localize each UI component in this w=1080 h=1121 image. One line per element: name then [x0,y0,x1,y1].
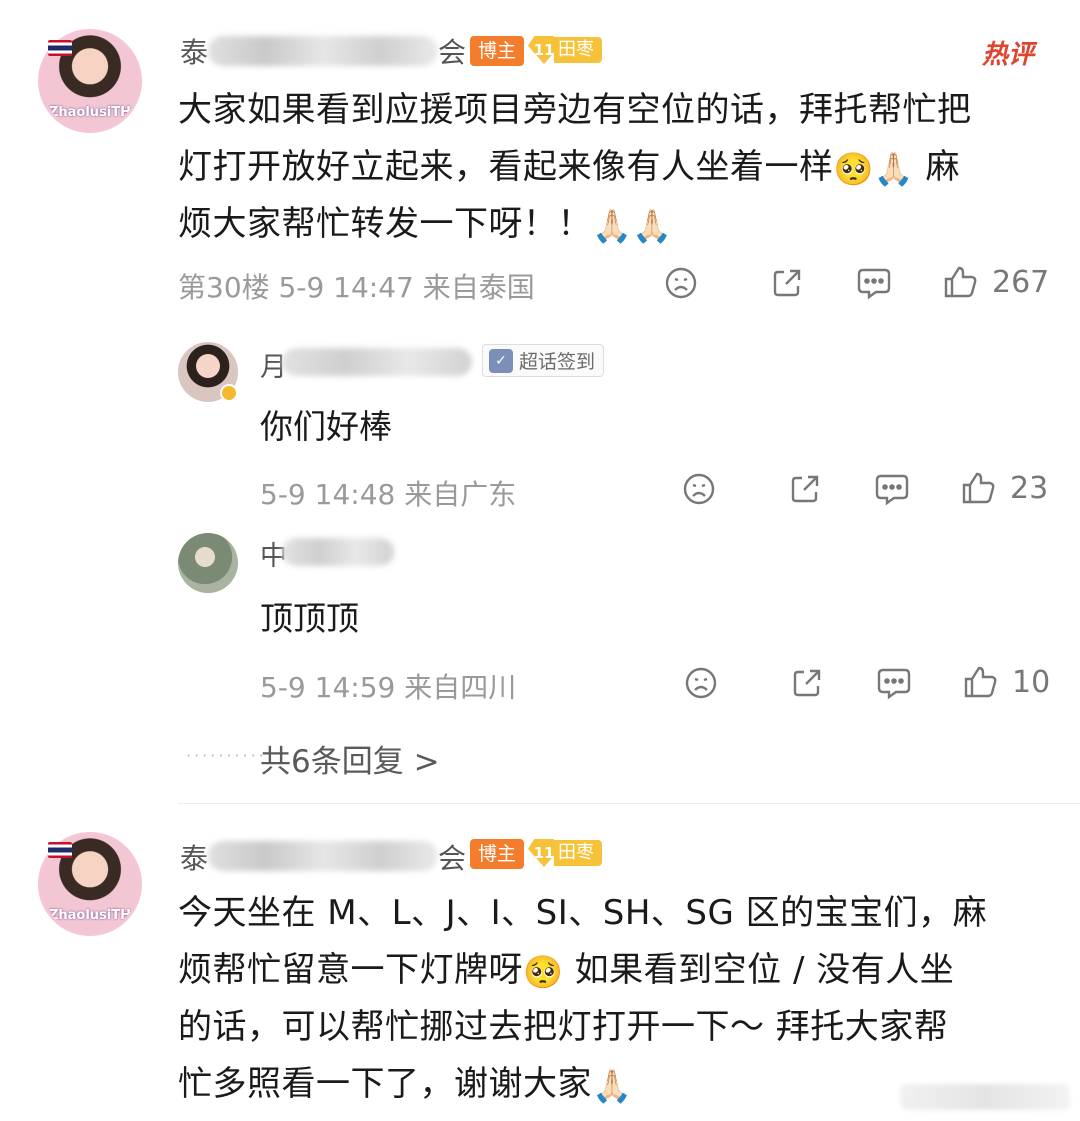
avatar-caption: ZhaolusiTH [48,105,132,120]
comment-text: 大家如果看到应援项目旁边有空位的话，拜托帮忙把 灯打开放好立起来，看起来像有人坐… [178,82,1058,253]
sad-face-icon [685,667,717,699]
folded-hands-icon: 🙏🏻🙏🏻 [592,206,673,245]
folded-hands-icon: 🙏🏻 [592,1066,633,1105]
reply-meta: 5-9 14:48 来自广东 [260,478,517,511]
like-count: 10 [1012,664,1051,700]
thumbs-up-icon [962,472,995,504]
share-button[interactable] [790,666,824,700]
comment-icon [875,474,909,506]
sad-face-icon [683,473,715,505]
checkin-icon: ✓ [489,348,513,373]
like-button[interactable]: 10 [962,664,1050,700]
thumbs-up-icon [964,666,997,698]
blogger-badge: 博主 [470,839,525,869]
share-button[interactable] [770,266,804,300]
comment-text-line: 的话，可以帮忙挪过去把灯打开一下～ 拜托大家帮 [178,1007,949,1047]
username-last-char[interactable]: 会 [438,837,466,877]
username-blurred[interactable] [208,36,438,66]
reply-text: 顶顶顶 [260,599,359,638]
reply-button[interactable] [856,266,892,300]
comment-text-line: 烦帮忙留意一下灯牌呀🥺 如果看到空位 / 没有人坐 [178,950,955,991]
level-text: 田枣 [554,37,602,63]
level-badge: 11 田枣 [528,35,602,65]
dislike-button[interactable] [664,266,698,300]
share-icon [793,669,821,697]
like-button[interactable]: 267 [942,264,1049,300]
level-badge: 11 田枣 [528,838,602,868]
hot-comment-label: 热评 [982,40,1035,70]
comment-text-line: 今天坐在 M、L、J、I、SI、SH、SG 区的宝宝们，麻 [178,893,988,933]
supertopic-checkin-badge: ✓ 超话签到 [482,344,605,377]
avatar-caption: ZhaolusiTH [48,908,132,923]
reply-meta: 5-9 14:59 来自四川 [260,671,517,704]
share-icon [773,269,801,297]
watermark-blurred [900,1084,1070,1110]
like-count: 267 [992,264,1050,300]
flag-icon [48,40,72,56]
pleading-face-icon: 🥺 [523,952,564,991]
username-blurred[interactable] [208,841,438,871]
dislike-button[interactable] [682,472,716,506]
username-blurred[interactable] [282,538,394,566]
share-button[interactable] [788,472,822,506]
divider [178,803,1080,804]
comment-text-line: 烦大家帮忙转发一下呀！！🙏🏻🙏🏻 [178,204,673,245]
reply-text: 你们好棒 [260,407,392,446]
reply-button[interactable] [874,472,910,506]
reply-button[interactable] [876,666,912,700]
reply-thread-dots: ·········· [186,746,267,765]
pleading-face-icon: 🥺🙏🏻 [833,149,915,188]
sad-face-icon [665,267,697,299]
level-text: 田枣 [554,840,602,866]
comment-text-line: 灯打开放好立起来，看起来像有人坐着一样🥺🙏🏻 麻 [178,147,960,188]
username-last-char[interactable]: 会 [438,31,466,71]
like-count: 23 [1010,470,1049,506]
comment-icon [857,268,891,300]
blogger-badge: 博主 [470,36,525,66]
comment-text-line: 大家如果看到应援项目旁边有空位的话，拜托帮忙把 [178,90,972,130]
username-first-char[interactable]: 泰 [180,31,208,71]
comment-meta: 第30楼 5-9 14:47 来自泰国 [178,271,535,304]
view-more-replies-link[interactable]: 共6条回复 > [260,736,440,781]
avatar[interactable] [178,533,238,593]
thumbs-up-icon [944,266,977,298]
share-icon [791,475,819,503]
verified-icon [220,384,238,402]
comment-icon [877,668,911,700]
flag-icon [48,842,72,858]
username-blurred[interactable] [282,348,472,376]
dislike-button[interactable] [684,666,718,700]
like-button[interactable]: 23 [960,470,1048,506]
comment-text: 今天坐在 M、L、J、I、SI、SH、SG 区的宝宝们，麻 烦帮忙留意一下灯牌呀… [178,885,1058,1113]
username-first-char[interactable]: 泰 [180,837,208,877]
